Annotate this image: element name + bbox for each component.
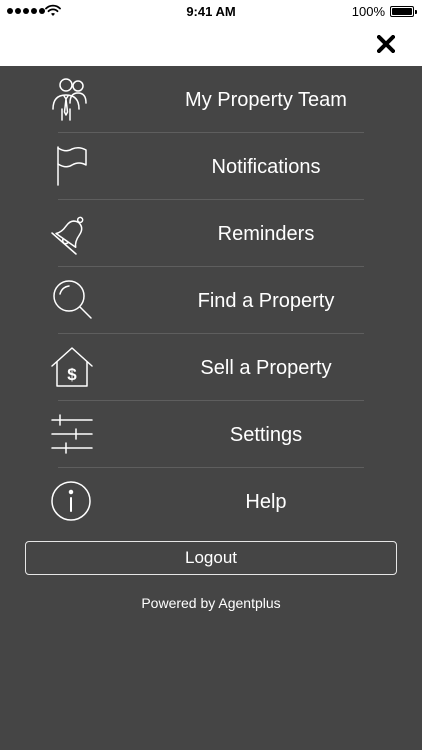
menu-item-label: My Property Team — [185, 89, 347, 111]
house-dollar-icon: $ — [46, 344, 96, 391]
close-button[interactable] — [373, 31, 399, 57]
status-bar: 9:41 AM 100% — [0, 0, 422, 22]
side-menu: My Property Team Notifications Reminders — [0, 66, 422, 535]
battery-icon — [390, 6, 417, 17]
logout-button[interactable]: Logout — [25, 541, 397, 575]
menu-item-label: Sell a Property — [200, 357, 332, 379]
battery-percent: 100% — [351, 4, 385, 19]
menu-item-label: Reminders — [217, 223, 315, 245]
menu-item-my-property-team[interactable]: My Property Team — [0, 66, 422, 133]
menu-item-label: Find a Property — [197, 290, 335, 312]
menu-item-reminders[interactable]: Reminders — [0, 200, 422, 267]
powered-by-text: Powered by Agentplus — [141, 595, 281, 611]
info-icon — [46, 478, 96, 525]
top-bar — [0, 22, 422, 66]
menu-item-find-a-property[interactable]: Find a Property — [0, 267, 422, 334]
menu-item-label: Settings — [229, 424, 303, 446]
sliders-icon — [46, 411, 96, 458]
menu-item-sell-a-property[interactable]: $ Sell a Property — [0, 334, 422, 401]
menu-item-help[interactable]: Help — [0, 468, 422, 535]
menu-item-label: Help — [245, 491, 287, 513]
bell-off-icon — [46, 210, 96, 257]
menu-item-settings[interactable]: Settings — [0, 401, 422, 468]
team-icon — [46, 76, 96, 123]
search-icon — [46, 277, 96, 324]
flag-icon — [46, 143, 96, 190]
menu-item-notifications[interactable]: Notifications — [0, 133, 422, 200]
svg-text:$: $ — [67, 365, 77, 384]
close-icon — [377, 35, 395, 53]
menu-item-label: Notifications — [211, 156, 321, 178]
